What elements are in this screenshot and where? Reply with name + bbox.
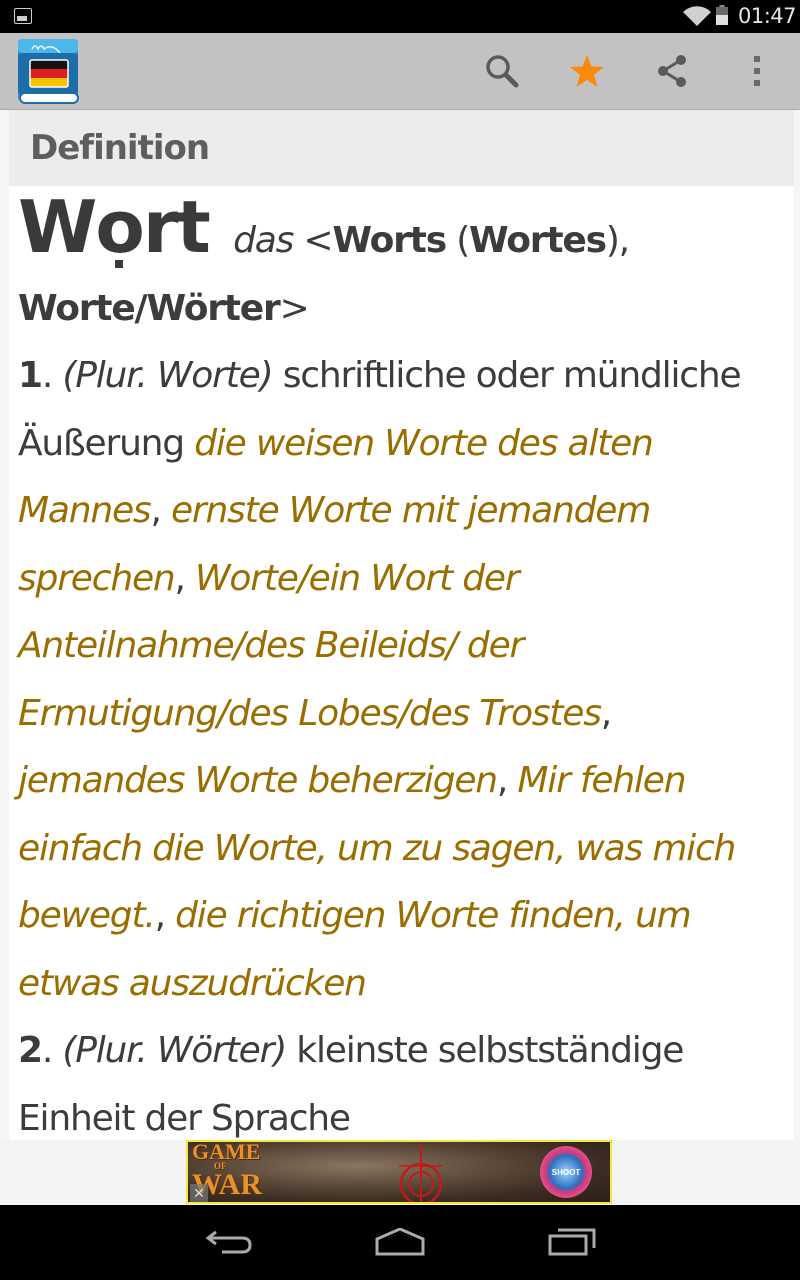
search-button[interactable] [478,47,526,95]
sense-number: 1 [18,355,43,396]
sense-number: 2 [18,1030,43,1071]
image-notification-icon [14,8,32,24]
grammar-paren-open: ( [456,220,470,261]
ad-banner[interactable]: GAME OF WAR SHOOT ✕ [186,1140,612,1204]
headword-part: rt [142,185,211,269]
overflow-menu-icon [754,56,760,86]
status-bar: 01:47 [0,0,800,33]
wifi-icon [683,6,711,26]
ad-shoot-button[interactable]: SHOOT [540,1146,592,1198]
star-icon [570,55,604,87]
share-icon [658,55,686,87]
grammar-open: < [303,220,333,261]
genitive-alt-form: Wortes [469,220,607,261]
grammar-paren-close: ), [605,220,630,261]
plural-forms: Worte/Wörter [18,287,281,329]
german-dictionary-app-icon[interactable] [18,37,80,105]
ad-close-button[interactable]: ✕ [190,1184,208,1202]
headword-stressed-vowel: o [95,185,145,269]
sense-2: 2. (Plur. Wörter) kleinste selbstständig… [18,1030,684,1139]
sense-label: (Plur. Worte) [62,355,273,396]
home-icon [375,1228,425,1256]
action-bar [0,33,800,110]
dictionary-entry: Wort das <Worts (Wortes), Worte/Wörter> … [9,186,794,1140]
sense-label: (Plur. Wörter) [62,1030,287,1071]
headword: Wort [18,185,211,269]
favorite-button[interactable] [563,47,611,95]
gender-label: das [233,220,294,261]
section-title: Definition [30,128,210,168]
navigation-bar [0,1205,800,1280]
recent-apps-button[interactable] [532,1217,612,1267]
home-button[interactable] [360,1217,440,1267]
definition-scroll-view[interactable]: Definition Wort das <Worts (Wortes), Wor… [9,110,794,1140]
share-button[interactable] [648,47,696,95]
overflow-menu-button[interactable] [733,47,781,95]
grammar-close: > [279,287,310,329]
clock: 01:47 [738,4,797,28]
section-header: Definition [9,110,794,186]
back-icon [206,1230,252,1254]
headword-part: W [18,185,97,269]
genitive-form: Worts [332,220,447,261]
crosshair-icon [399,1144,443,1202]
battery-icon [716,5,728,25]
recent-apps-icon [548,1228,596,1256]
search-icon [486,55,519,88]
sense-1: 1. (Plur. Worte) schriftliche oder mündl… [18,355,742,1004]
back-button[interactable] [190,1217,270,1267]
example: jemandes Worte beherzigen [18,760,498,801]
